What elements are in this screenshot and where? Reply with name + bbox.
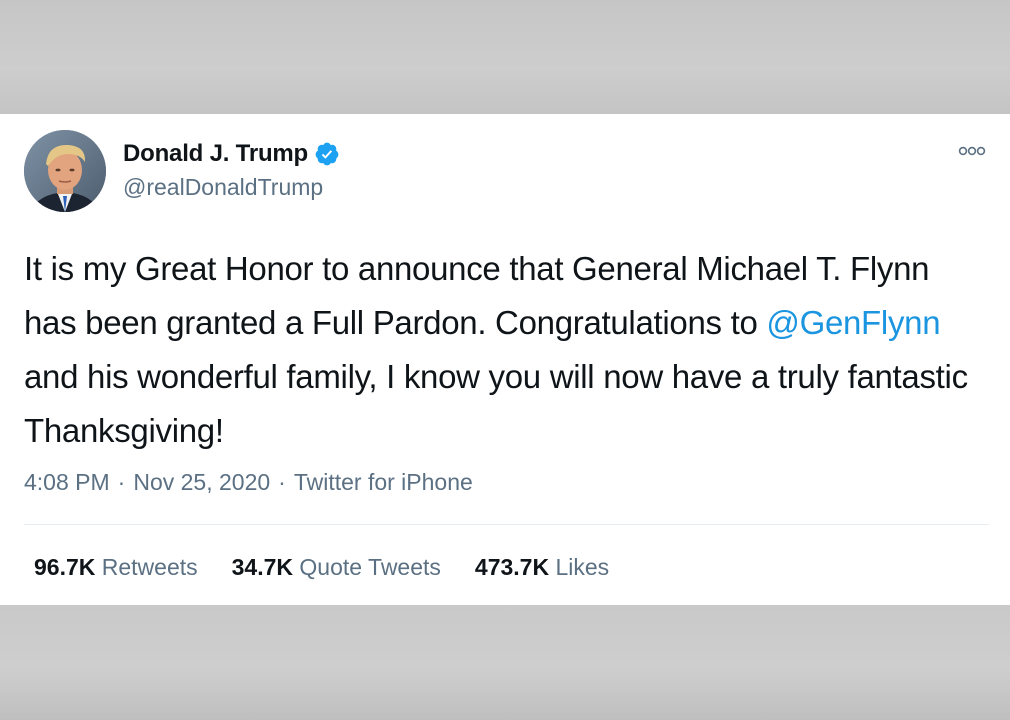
quote-tweets-stat[interactable]: 34.7K Quote Tweets — [232, 554, 441, 581]
tweet-date[interactable]: Nov 25, 2020 — [133, 469, 270, 496]
likes-label: Likes — [555, 554, 610, 580]
tweet-card: Donald J. Trump @realDonaldTrump It is m… — [0, 114, 1010, 605]
verified-badge-icon — [314, 141, 340, 167]
divider — [24, 524, 989, 525]
likes-count: 473.7K — [474, 554, 550, 580]
tweet-metadata: 4:08 PM · Nov 25, 2020 · Twitter for iPh… — [24, 469, 473, 496]
engagement-stats: 96.7K Retweets 34.7K Quote Tweets 473.7K… — [34, 554, 609, 581]
tweet-text-part-2: and his wonderful family, I know you wil… — [24, 358, 968, 449]
more-options-icon[interactable] — [958, 144, 986, 158]
likes-stat[interactable]: 473.7K Likes — [475, 554, 609, 581]
avatar-image — [24, 130, 106, 212]
display-name[interactable]: Donald J. Trump — [123, 140, 308, 168]
quote-tweets-label: Quote Tweets — [299, 554, 441, 580]
meta-separator: · — [117, 469, 126, 495]
avatar[interactable] — [24, 130, 106, 212]
retweets-count: 96.7K — [34, 554, 96, 580]
tweet-text: It is my Great Honor to announce that Ge… — [24, 242, 989, 458]
retweets-label: Retweets — [101, 554, 198, 580]
tweet-source[interactable]: Twitter for iPhone — [294, 469, 473, 496]
author-name-row[interactable]: Donald J. Trump — [123, 140, 340, 168]
retweets-stat[interactable]: 96.7K Retweets — [34, 554, 198, 581]
user-handle[interactable]: @realDonaldTrump — [123, 174, 323, 201]
mention-link[interactable]: @GenFlynn — [766, 304, 940, 341]
background-top — [0, 0, 1010, 114]
background-bottom — [0, 605, 1010, 720]
quote-tweets-count: 34.7K — [231, 554, 294, 580]
meta-separator: · — [278, 469, 286, 495]
tweet-time[interactable]: 4:08 PM — [24, 469, 110, 496]
